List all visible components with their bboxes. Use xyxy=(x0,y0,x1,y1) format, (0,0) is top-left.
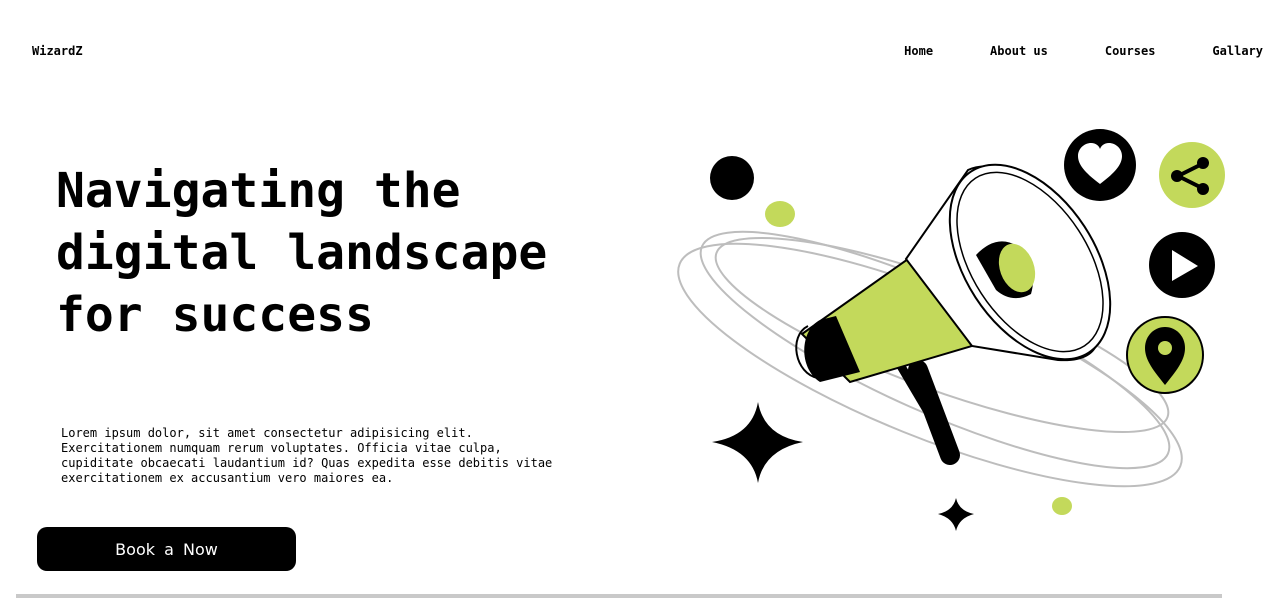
nav-link-home[interactable]: Home xyxy=(904,44,933,58)
decor-dot-green-bottom xyxy=(1052,497,1072,515)
decor-dot-green-top xyxy=(765,201,795,227)
horizontal-scrollbar[interactable] xyxy=(16,594,1222,598)
hero-title: Navigating the digital landscape for suc… xyxy=(56,163,548,343)
heart-icon xyxy=(1064,129,1136,201)
share-icon xyxy=(1159,142,1225,208)
play-icon xyxy=(1149,232,1215,298)
nav-link-gallary[interactable]: Gallary xyxy=(1212,44,1263,58)
decor-dot-black xyxy=(710,156,754,200)
main-nav: Home About us Courses Gallary xyxy=(904,44,1263,58)
hero-description: Lorem ipsum dolor, sit amet consectetur … xyxy=(61,426,553,485)
nav-link-courses[interactable]: Courses xyxy=(1105,44,1156,58)
sparkle-star-large-icon xyxy=(712,402,803,483)
book-now-button[interactable]: Book a Now xyxy=(37,527,296,571)
sparkle-star-small-icon xyxy=(938,498,974,531)
brand-logo[interactable]: WizardZ xyxy=(32,44,83,58)
nav-link-about-us[interactable]: About us xyxy=(990,44,1048,58)
location-pin-icon xyxy=(1126,316,1204,394)
hero-illustration xyxy=(677,129,1225,531)
